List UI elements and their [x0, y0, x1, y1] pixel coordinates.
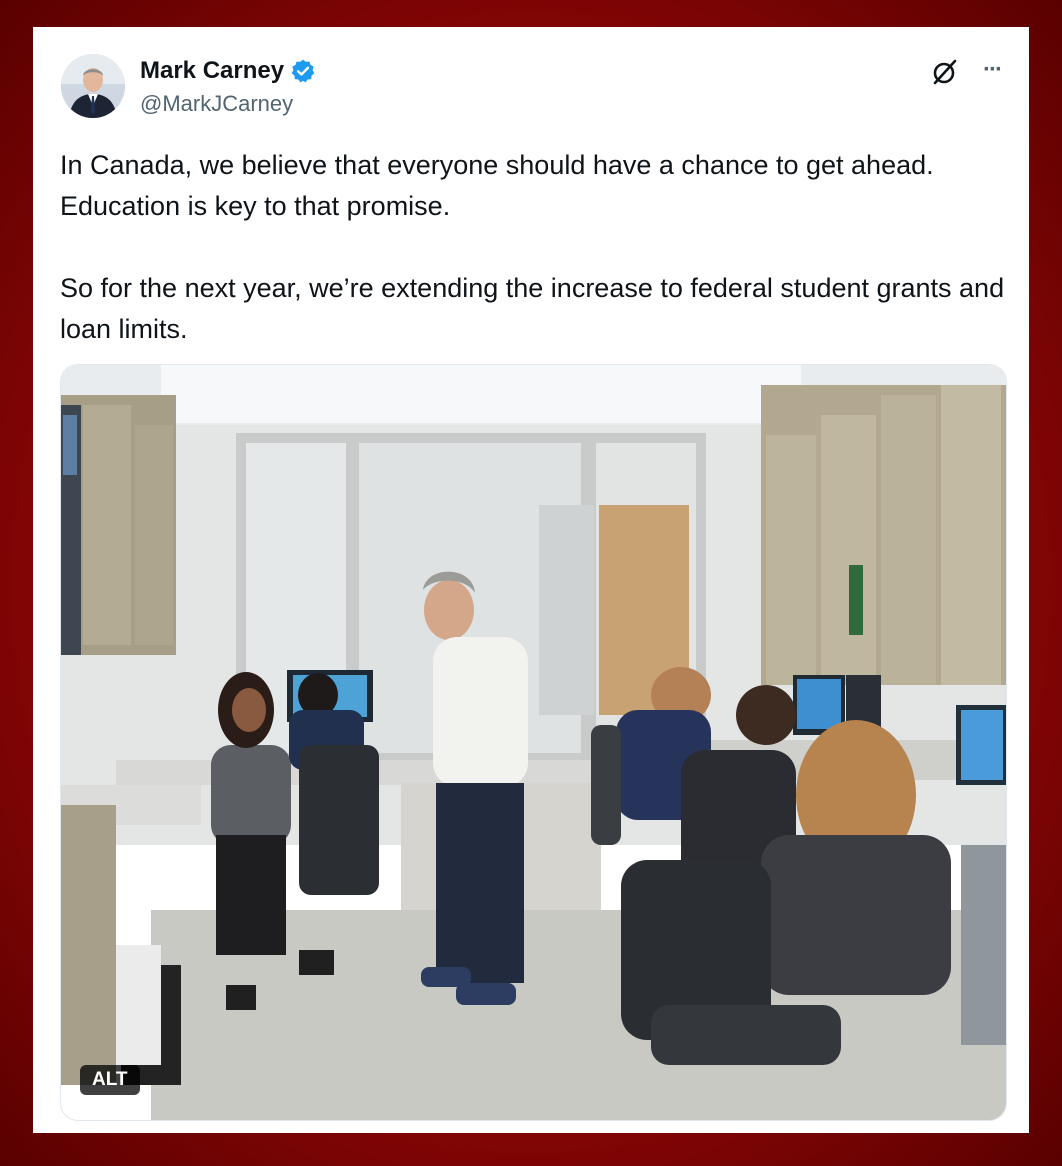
- tweet-photo[interactable]: ALT: [60, 364, 1007, 1121]
- more-options-icon[interactable]: ···: [977, 55, 1007, 85]
- tweet-card: Mark Carney @MarkJCarney ··· In Canada, …: [33, 27, 1029, 1133]
- avatar[interactable]: [61, 54, 125, 118]
- avatar-image: [61, 54, 125, 118]
- author-handle[interactable]: @MarkJCarney: [140, 91, 293, 117]
- alt-text-button[interactable]: ALT: [80, 1065, 140, 1095]
- grok-icon[interactable]: [930, 57, 960, 87]
- author-name[interactable]: Mark Carney: [140, 57, 284, 85]
- tweet-paragraph-1: In Canada, we believe that everyone shou…: [60, 150, 934, 221]
- tweet-paragraph-2: So for the next year, we’re extending th…: [60, 273, 1005, 344]
- author-name-row: Mark Carney: [140, 57, 316, 85]
- office-scene-image: [61, 365, 1006, 1120]
- tweet-text: In Canada, we believe that everyone shou…: [60, 145, 1010, 350]
- verified-badge-icon: [290, 58, 316, 84]
